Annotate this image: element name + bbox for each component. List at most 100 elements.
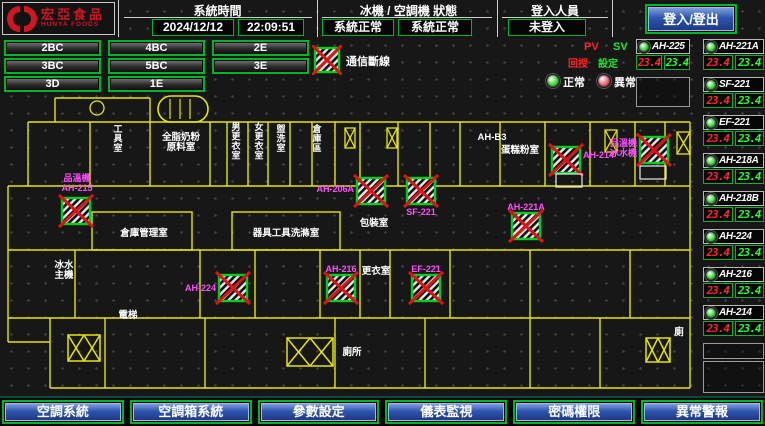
map-device-SF-221[interactable]: SF-221 [404, 175, 438, 217]
map-equipment-box [556, 174, 582, 187]
floor-button-4BC[interactable]: 4BC [108, 40, 205, 56]
logo-icon [7, 5, 37, 33]
abnormal-label: 異常 [614, 74, 636, 90]
floor-button-2E[interactable]: 2E [212, 40, 309, 56]
map-device-AH-224[interactable]: AH-224 [185, 272, 250, 304]
floor-button-label: 2BC [6, 42, 99, 54]
floor-button-5BC[interactable]: 5BC [108, 58, 205, 74]
nav-button-label[interactable]: 儀表監視 [388, 403, 504, 421]
map-device-label: 品溫機冰水機 [610, 137, 637, 158]
pv-label: PV [584, 41, 599, 53]
login-logout-button-label[interactable]: 登入/登出 [648, 7, 734, 31]
svg-text:工具室: 工具室 [112, 124, 122, 153]
scada-hmi-screen: 宏亞食品 HUNYA FOODS 系統時間 2024/12/12 22:09:5… [0, 0, 765, 426]
svg-text:AH-B3: AH-B3 [477, 132, 506, 143]
unit-name-row[interactable]: AH-218B [703, 191, 764, 206]
map-device-AH-221A[interactable]: AH-221A [507, 202, 545, 242]
map-device-EF-221[interactable]: EF-221 [409, 264, 443, 304]
unit-pv-value: 23.4 [703, 93, 733, 108]
unit-name-label: AH-216 [719, 269, 752, 280]
damper-symbol [387, 128, 397, 148]
unit-name-label: AH-225 [652, 41, 685, 52]
unit-block-AH-218B: AH-218B23.423.4 [703, 191, 764, 222]
map-device-label: AH-224 [185, 283, 216, 293]
floor-button-3E[interactable]: 3E [212, 58, 309, 74]
unit-values: 23.423.4 [703, 55, 764, 70]
svg-text:廁所: 廁所 [342, 346, 362, 358]
floor-button-3D[interactable]: 3D [4, 76, 101, 92]
unit-name-row[interactable]: AH-214 [703, 305, 764, 320]
unit-name-label: AH-218A [719, 155, 759, 166]
unit-column-left: AH-22523.423.4 [636, 39, 690, 109]
unit-name-label: AH-224 [719, 231, 752, 242]
unit-name-row[interactable]: SF-221 [703, 77, 764, 92]
svg-text:廁: 廁 [674, 326, 684, 338]
map-lobby-shape [158, 96, 208, 122]
nav-button-空調箱系統[interactable]: 空調箱系統 [130, 400, 252, 424]
svg-text:倉庫管理室: 倉庫管理室 [119, 227, 168, 239]
header-divider [612, 0, 613, 37]
nav-button-儀表監視[interactable]: 儀表監視 [385, 400, 507, 424]
map-device-AH-206A[interactable]: AH-206A [316, 175, 388, 207]
normal-led-icon [546, 74, 560, 88]
unit-name-row[interactable]: AH-216 [703, 267, 764, 282]
map-room-label: 男更衣室 [231, 122, 241, 161]
unit-name-row[interactable]: EF-221 [703, 115, 764, 130]
unit-name-row[interactable]: AH-224 [703, 229, 764, 244]
map-device-AH-215[interactable]: 品溫機AH-215 [59, 172, 93, 227]
map-room-label: 倉庫管理室 [119, 227, 168, 239]
floor-button-1E[interactable]: 1E [108, 76, 205, 92]
nav-button-label[interactable]: 密碼權限 [516, 403, 632, 421]
unit-pv-value: 23.4 [636, 55, 662, 70]
unit-status-led [638, 41, 650, 53]
map-device-AH-216[interactable]: AH-216 [324, 264, 358, 304]
nav-button-label[interactable]: 異常警報 [644, 403, 760, 421]
nav-button-label[interactable]: 空調箱系統 [133, 403, 249, 421]
unit-block-EF-221: EF-22123.423.4 [703, 115, 764, 146]
unit-block-AH-224: AH-22423.423.4 [703, 229, 764, 260]
floor-button-label: 4BC [110, 42, 203, 54]
abnormal-led-icon [597, 74, 611, 88]
unit-name-row[interactable]: AH-225 [636, 39, 690, 54]
floor-button-2BC[interactable]: 2BC [4, 40, 101, 56]
unit-sv-value: 23.4 [735, 93, 765, 108]
unit-block-SF-221: SF-22123.423.4 [703, 77, 764, 108]
nav-button-異常警報[interactable]: 異常警報 [641, 400, 763, 424]
svg-text:電梯: 電梯 [118, 309, 138, 321]
nav-button-參數設定[interactable]: 參數設定 [258, 400, 380, 424]
login-logout-button[interactable]: 登入/登出 [645, 4, 737, 34]
unit-block-AH-218A: AH-218A23.423.4 [703, 153, 764, 184]
unit-pv-value: 23.4 [703, 169, 733, 184]
map-equipment-box [640, 166, 666, 179]
floor-button-label: 5BC [110, 60, 203, 72]
nav-button-空調系統[interactable]: 空調系統 [2, 400, 124, 424]
unit-sv-value: 23.4 [735, 131, 765, 146]
map-device-品溫機-冰水機[interactable]: 品溫機冰水機 [610, 134, 671, 166]
unit-name-label: EF-221 [719, 117, 750, 128]
floor-button-3BC[interactable]: 3BC [4, 58, 101, 74]
bottom-nav-bar: 空調系統空調箱系統參數設定儀表監視密碼權限異常警報 [0, 396, 765, 426]
map-room-label: 廁所 [342, 346, 362, 358]
unit-pv-value: 23.4 [703, 283, 733, 298]
header-divider [317, 0, 318, 37]
logo-subtitle: HUNYA FOODS [41, 21, 105, 29]
normal-label: 正常 [563, 74, 585, 90]
svg-text:包裝室: 包裝室 [359, 217, 389, 229]
nav-button-label[interactable]: 空調系統 [5, 403, 121, 421]
map-room-label: AH-B3 [477, 132, 506, 143]
map-room-label: 包裝室 [359, 217, 389, 229]
empty-unit-slot [703, 343, 764, 359]
unit-name-row[interactable]: AH-221A [703, 39, 764, 54]
map-device-label: SF-221 [406, 207, 436, 217]
map-device-AH-214[interactable]: AH-214 [549, 144, 614, 176]
svg-text:冰水主機: 冰水主機 [54, 259, 74, 281]
nav-button-密碼權限[interactable]: 密碼權限 [513, 400, 635, 424]
unit-pv-value: 23.4 [703, 207, 733, 222]
empty-unit-slot [636, 77, 690, 107]
unit-name-row[interactable]: AH-218A [703, 153, 764, 168]
map-room-label: 全脂奶粉原料室 [161, 131, 201, 153]
nav-button-label[interactable]: 參數設定 [261, 403, 377, 421]
map-room-label: 廁 [674, 326, 684, 338]
svg-text:倉庫區: 倉庫區 [311, 123, 322, 153]
svg-text:器具工具洗滌室: 器具工具洗滌室 [252, 227, 320, 239]
